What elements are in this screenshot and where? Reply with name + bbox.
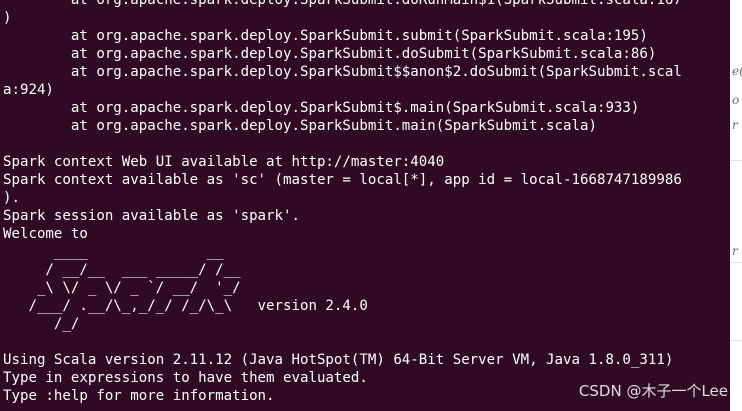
csdn-watermark: CSDN @木子一个Lee	[578, 382, 728, 400]
spark-ascii-logo-line: /_/	[3, 316, 80, 332]
background-divider	[730, 262, 742, 263]
terminal-line: a:924)	[3, 82, 54, 98]
terminal-line: Welcome to	[3, 226, 88, 242]
terminal-line: at org.apache.spark.deploy.SparkSubmit.s…	[3, 28, 648, 44]
background-divider	[730, 340, 742, 341]
background-text-fragment: r	[732, 118, 738, 132]
terminal-line: )	[3, 10, 12, 26]
terminal-line: at org.apache.spark.deploy.SparkSubmit$$…	[3, 64, 682, 80]
terminal-line: at org.apache.spark.deploy.SparkSubmit.d…	[3, 46, 657, 62]
terminal-line: at org.apache.spark.deploy.SparkSubmit.d…	[3, 0, 682, 8]
terminal-output: at org.apache.spark.deploy.SparkSubmit.d…	[3, 0, 682, 405]
background-page-edge: e( o r r	[730, 0, 742, 411]
terminal-window[interactable]: at org.apache.spark.deploy.SparkSubmit.d…	[0, 0, 742, 411]
terminal-line: Spark session available as 'spark'.	[3, 208, 300, 224]
terminal-line: at org.apache.spark.deploy.SparkSubmit$.…	[3, 100, 640, 116]
spark-ascii-logo-line: /___/ .__/\_,_/_/ /_/\_\ version 2.4.0	[3, 298, 368, 314]
background-text-fragment: o	[732, 93, 740, 107]
background-text-fragment: e(	[732, 64, 742, 78]
background-text-fragment: r	[732, 244, 738, 258]
terminal-line: ).	[3, 190, 20, 206]
terminal-line: Using Scala version 2.11.12 (Java HotSpo…	[3, 352, 674, 368]
terminal-line: Spark context available as 'sc' (master …	[3, 172, 682, 188]
background-divider	[730, 160, 742, 161]
spark-ascii-logo-line: _\ \/ _ \/ _ `/ __/ '_/	[3, 280, 241, 296]
spark-ascii-logo-line: / __/__ ___ _____/ /__	[3, 262, 241, 278]
terminal-line: Spark context Web UI available at http:/…	[3, 154, 445, 170]
spark-ascii-logo-line: ____ __	[3, 244, 224, 260]
terminal-line: at org.apache.spark.deploy.SparkSubmit.m…	[3, 118, 597, 134]
